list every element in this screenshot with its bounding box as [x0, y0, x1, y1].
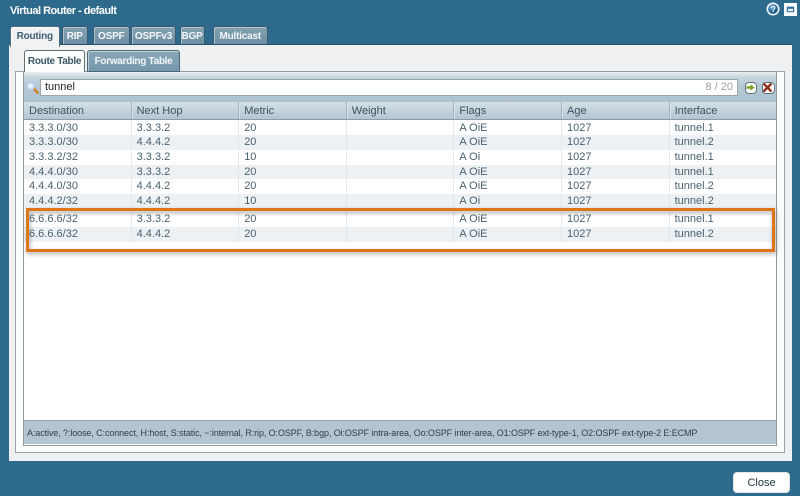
svg-text:?: ? [771, 4, 776, 14]
